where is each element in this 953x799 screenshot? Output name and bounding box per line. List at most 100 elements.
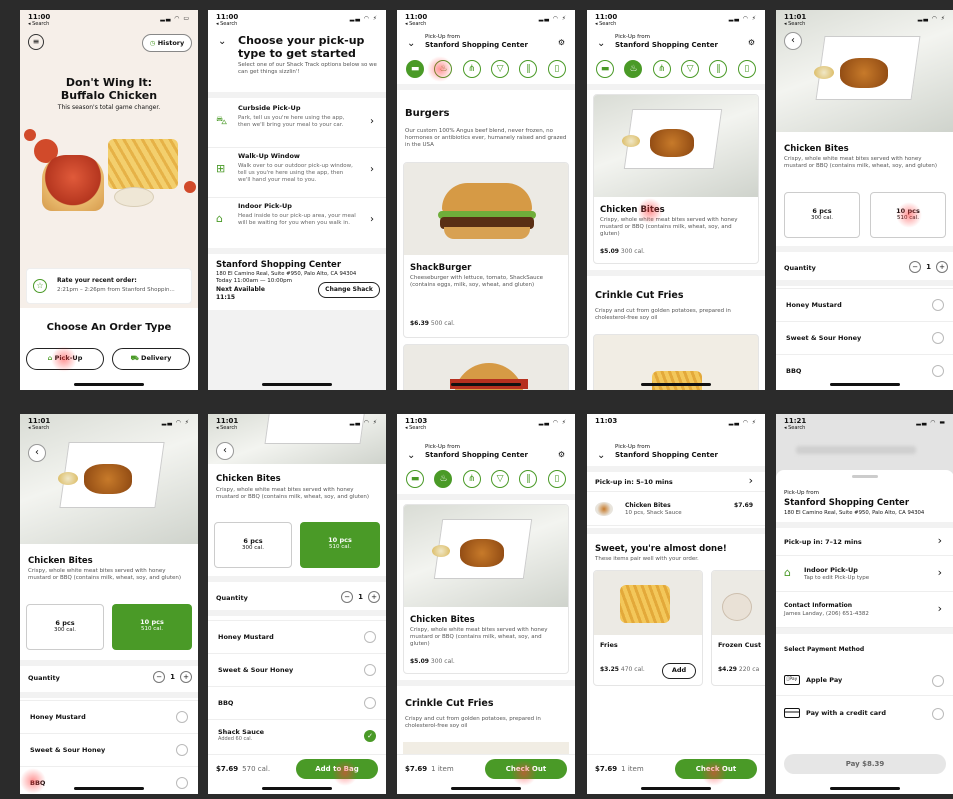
minus-icon[interactable]: − [909,261,922,273]
home-indicator [641,383,711,386]
item-card-shackburger[interactable]: ShackBurger Cheeseburger with lettuce, t… [403,162,569,338]
sauce-label: BBQ [218,699,234,707]
option-indoor[interactable]: ⌂ Indoor Pick-Up Head inside to our pick… [208,198,386,248]
pickup-button[interactable]: ⌂ Pick-Up [26,348,104,370]
plus-icon[interactable]: + [936,261,948,273]
shake-category-icon[interactable]: ▽ [681,60,700,78]
dog-category-icon[interactable]: ‖ [709,60,728,78]
size-option-6pcs[interactable]: 6 pcs 300 cal. [214,522,292,568]
contact-row[interactable]: Contact Information James Landay, (206) … [776,592,953,628]
radio[interactable] [932,332,944,344]
credit-card-option[interactable]: Pay with a credit card [776,696,953,730]
pickup-time: Pick-up in: 5–10 mins [595,478,673,486]
size-option-10pcs[interactable]: 10 pcs 510 cal. [112,604,192,650]
pickup-time-row[interactable]: Pick-up in: 5–10 mins › [587,472,765,492]
plus-icon[interactable]: + [180,671,192,683]
size-option-6pcs[interactable]: 6 pcs 300 cal. [784,192,860,238]
back-button[interactable]: ‹ [28,444,46,462]
chicken-category-icon[interactable]: ♨ [434,60,453,78]
checkout-button[interactable]: Check Out [675,758,757,779]
chevron-down-icon[interactable]: ⌄ [218,36,226,47]
fries-category-icon[interactable]: ⋔ [462,60,481,78]
pickup-type-row[interactable]: ⌂ Indoor Pick-Up Tap to edit Pick-Up typ… [776,556,953,592]
chicken-category-icon[interactable]: ♨ [434,470,453,488]
burger-category-icon[interactable]: ▬ [406,60,425,78]
sauce-option-bbq[interactable]: BBQ [208,686,386,719]
store-name[interactable]: Stanford Shopping Center [615,451,718,459]
bag-item[interactable]: Chicken Bites 10 pcs, Shack Sauce $7.69 [587,496,765,526]
sauce-option-sweet-sour[interactable]: Sweet & Sour Honey [776,321,953,354]
chevron-down-icon[interactable]: ⌄ [597,450,605,461]
quantity-stepper[interactable]: − 1 + [909,261,948,273]
apple-pay-option[interactable]: Pay Apple Pay [776,666,953,696]
size-option-6pcs[interactable]: 6 pcs 300 cal. [26,604,104,650]
sauce-option-honey-mustard[interactable]: Honey Mustard [776,288,953,321]
upsell-card-frozen-custard[interactable]: Frozen Cust $4.29 220 ca [711,570,765,686]
shake-category-icon[interactable]: ▽ [491,470,510,488]
sheet-grabber[interactable] [852,475,878,478]
change-shack-button[interactable]: Change Shack [318,282,380,298]
filter-icon[interactable]: ⚙ [558,38,565,47]
sauce-option-honey-mustard[interactable]: Honey Mustard [208,620,386,653]
radio[interactable] [364,664,376,676]
drink-category-icon[interactable]: ▯ [737,60,756,78]
option-curbside[interactable]: ⛍ Curbside Pick-Up Park, tell us you're … [208,100,386,148]
upsell-card-fries[interactable]: Fries $3.25 470 cal. Add [593,570,703,686]
radio[interactable] [932,299,944,311]
dog-category-icon[interactable]: ‖ [519,470,538,488]
chevron-down-icon[interactable]: ⌄ [407,38,415,49]
rate-order-card[interactable]: ☆ Rate your recent order: 2:21pm – 2:26p… [26,268,192,304]
store-name[interactable]: Stanford Shopping Center [425,41,528,49]
minus-icon[interactable]: − [341,591,354,603]
radio[interactable] [176,711,188,723]
store-name[interactable]: Stanford Shopping Center [425,451,528,459]
sauce-option-sweet-sour[interactable]: Sweet & Sour Honey [20,733,198,766]
pay-button[interactable]: Pay $8.39 [784,754,946,774]
menu-button[interactable]: ≡ [28,34,44,50]
sauce-option-honey-mustard[interactable]: Honey Mustard [20,700,198,733]
radio[interactable] [364,631,376,643]
pickup-time-row[interactable]: Pick-up in: 7–12 mins › [776,528,953,556]
store-name[interactable]: Stanford Shopping Center [615,41,718,49]
back-button[interactable]: ‹ [784,32,802,50]
burger-category-icon[interactable]: ▬ [596,60,615,78]
quantity-stepper[interactable]: − 1 + [341,591,380,603]
filter-icon[interactable]: ⚙ [748,38,755,47]
fries-category-icon[interactable]: ⋔ [652,60,671,78]
back-button[interactable]: ‹ [216,442,234,460]
drink-category-icon[interactable]: ▯ [547,470,566,488]
chevron-down-icon[interactable]: ⌄ [597,38,605,49]
option-walkup[interactable]: ⊞ Walk-Up Window Walk over to our outdoo… [208,148,386,198]
radio[interactable] [176,744,188,756]
radio[interactable] [176,777,188,789]
checkout-button[interactable]: Check Out [485,758,567,779]
filter-icon[interactable]: ⚙ [558,450,565,459]
status-bar: 11:01 ◂ Search ▂▃ ◠ ⚡ [776,10,953,32]
chicken-category-icon[interactable]: ♨ [624,60,643,78]
fries-category-icon[interactable]: ⋔ [462,470,481,488]
burger-category-icon[interactable]: ▬ [406,470,425,488]
drink-category-icon[interactable]: ▯ [547,60,566,78]
dog-category-icon[interactable]: ‖ [519,60,538,78]
radio[interactable] [932,675,944,687]
radio[interactable] [932,365,944,377]
radio[interactable] [364,697,376,709]
sauce-option-shack-sauce[interactable]: Shack Sauce Added 60 cal. ✓ [208,719,386,752]
size-option-10pcs[interactable]: 10 pcs 510 cal. [300,522,380,568]
delivery-button[interactable]: ⛟ Delivery [112,348,190,370]
shake-category-icon[interactable]: ▽ [491,60,510,78]
checkmark-icon[interactable]: ✓ [364,730,376,742]
item-card-chicken-bites[interactable]: Chicken Bites Crispy, whole white meat b… [593,94,759,264]
history-button[interactable]: ◷ History [142,34,192,52]
minus-icon[interactable]: − [153,671,166,683]
sauce-option-sweet-sour[interactable]: Sweet & Sour Honey [208,653,386,686]
quantity-stepper[interactable]: − 1 + [153,671,192,683]
chevron-down-icon[interactable]: ⌄ [407,450,415,461]
plus-icon[interactable]: + [368,591,380,603]
add-button[interactable]: Add [662,663,696,679]
window-icon: ⊞ [216,162,226,175]
add-to-bag-button[interactable]: Add to Bag [296,758,378,779]
item-card-chicken-bites[interactable]: Chicken Bites Crispy, whole white meat b… [403,504,569,674]
radio[interactable] [932,708,944,720]
size-option-10pcs[interactable]: 10 pcs 510 cal. [870,192,946,238]
